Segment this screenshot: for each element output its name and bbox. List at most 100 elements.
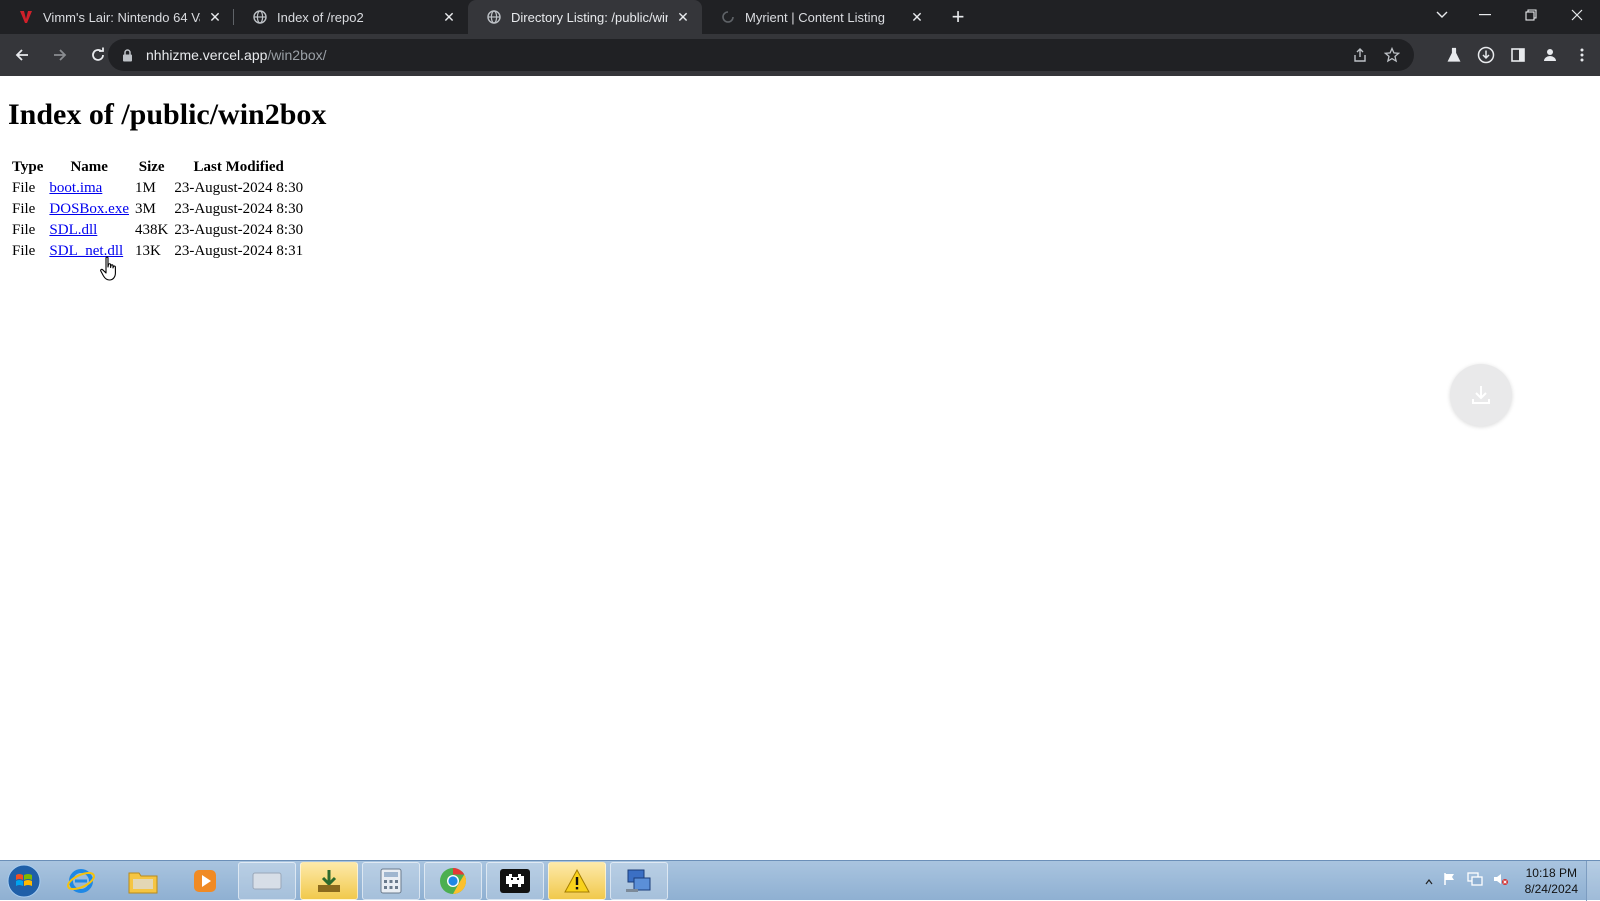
network-setup-icon: [626, 869, 651, 892]
file-size: 1M: [134, 180, 156, 196]
taskbar-app-media-player[interactable]: [176, 862, 234, 900]
table-header-row: Type Name Size Last Modified: [10, 158, 305, 177]
taskbar-app-downloads[interactable]: [300, 861, 358, 900]
back-button[interactable]: [6, 39, 38, 71]
file-modified: 23-August-2024 8:30: [174, 201, 304, 217]
retroarch-icon: [500, 868, 530, 893]
file-link-sdl-dll[interactable]: SDL.dll: [49, 222, 97, 238]
url-path: /win2box/: [267, 47, 327, 63]
tab-vimms-lair[interactable]: Vimm's Lair: Nintendo 64 Vault ✕: [0, 0, 234, 34]
file-type: File: [12, 243, 36, 259]
forward-button[interactable]: [44, 39, 76, 71]
taskbar-app-chrome[interactable]: [424, 861, 482, 900]
reload-icon: [92, 47, 104, 61]
table-row: File SDL.dll 438K 23-August-2024 8:30: [10, 221, 305, 240]
globe-icon: [486, 9, 502, 25]
table-row: File SDL_net.dll 13K 23-August-2024 8:31: [10, 242, 305, 261]
column-header-type: Type: [12, 159, 44, 175]
tab-search-icon[interactable]: [1422, 0, 1462, 30]
file-link-dosbox-exe[interactable]: DOSBox.exe: [49, 201, 129, 217]
media-player-icon: [194, 869, 216, 892]
clock-time: 10:18 PM: [1525, 866, 1577, 880]
tab-myrient[interactable]: Myrient | Content Listing ✕: [702, 0, 936, 34]
new-tab-button[interactable]: +: [942, 0, 974, 34]
internet-explorer-icon: [67, 868, 95, 893]
action-center-flag-icon[interactable]: [1443, 872, 1457, 891]
url-host: nhhizme.vercel.app: [146, 47, 268, 63]
share-icon[interactable]: [1348, 43, 1372, 67]
chrome-icon: [440, 867, 467, 894]
taskbar-app-internet-explorer[interactable]: [52, 862, 110, 900]
download-icon: [1472, 386, 1490, 404]
download-icon[interactable]: [1474, 43, 1498, 67]
page-content: Index of /public/win2box Type Name Size …: [0, 76, 1600, 860]
restore-icon[interactable]: [1508, 0, 1554, 30]
close-icon[interactable]: ✕: [206, 8, 224, 26]
arrow-right-icon: [54, 49, 67, 61]
close-icon[interactable]: ✕: [440, 8, 458, 26]
window-controls: [1422, 0, 1600, 30]
calculator-icon: [380, 868, 402, 893]
file-size: 438K: [134, 222, 169, 238]
vimm-logo-icon: [18, 9, 34, 25]
taskbar-app-file-explorer[interactable]: [114, 862, 172, 900]
lock-icon: [122, 48, 136, 62]
show-desktop-button[interactable]: [1586, 861, 1600, 901]
minimize-icon[interactable]: [1462, 0, 1508, 30]
warning-icon: [564, 868, 590, 892]
file-type: File: [12, 180, 36, 196]
file-type: File: [12, 201, 36, 217]
taskbar-app-retroarch[interactable]: [486, 861, 544, 900]
tab-index-of-repo2[interactable]: Index of /repo2 ✕: [234, 0, 468, 34]
file-modified: 23-August-2024 8:31: [174, 243, 304, 259]
tab-title: Myrient | Content Listing: [745, 9, 885, 25]
loading-icon: [720, 9, 736, 25]
file-size: 13K: [134, 243, 161, 259]
tab-title: Directory Listing: /public/win2b: [511, 9, 668, 25]
clock-date: 8/24/2024: [1524, 882, 1578, 896]
star-icon[interactable]: [1380, 43, 1404, 67]
downloads-icon: [318, 869, 340, 892]
system-tray: 10:18 PM 8/24/2024: [1425, 861, 1578, 901]
file-type: File: [12, 222, 36, 238]
tab-directory-listing[interactable]: Directory Listing: /public/win2b ✕: [468, 0, 702, 34]
window-close-icon[interactable]: [1554, 0, 1600, 30]
close-icon[interactable]: ✕: [908, 8, 926, 26]
network-icon[interactable]: [1466, 871, 1483, 891]
arrow-left-icon: [15, 49, 28, 61]
labs-flask-icon[interactable]: [1442, 43, 1466, 67]
taskbar-app-calculator[interactable]: [362, 861, 420, 900]
profile-icon[interactable]: [1538, 43, 1562, 67]
blank-app-icon: [252, 872, 282, 889]
column-header-size: Size: [138, 159, 165, 175]
toolbar-actions: [1442, 39, 1594, 71]
tab-strip: Vimm's Lair: Nintendo 64 Vault ✕ Index o…: [0, 0, 1600, 34]
address-bar[interactable]: nhhizme.vercel.app /win2box/: [108, 39, 1414, 71]
floating-download-button[interactable]: [1450, 364, 1512, 426]
start-button[interactable]: [0, 861, 48, 901]
file-modified: 23-August-2024 8:30: [174, 180, 304, 196]
file-modified: 23-August-2024 8:30: [174, 222, 304, 238]
file-link-boot-ima[interactable]: boot.ima: [49, 180, 102, 196]
page-title: Index of /public/win2box: [8, 98, 327, 131]
taskbar-app-warning[interactable]: [548, 861, 606, 900]
tab-title: Vimm's Lair: Nintendo 64 Vault: [43, 9, 200, 25]
directory-table: Type Name Size Last Modified File boot.i…: [8, 156, 307, 263]
taskbar-app-blank[interactable]: [238, 861, 296, 900]
side-panel-icon[interactable]: [1506, 43, 1530, 67]
globe-icon: [252, 9, 268, 25]
volume-muted-icon[interactable]: [1493, 872, 1509, 891]
menu-kebab-icon[interactable]: [1570, 43, 1594, 67]
windows-taskbar: 10:18 PM 8/24/2024: [0, 860, 1600, 901]
omnibox-actions: [1348, 39, 1404, 71]
tab-title: Index of /repo2: [277, 9, 364, 25]
file-explorer-icon: [128, 872, 158, 893]
taskbar-app-network-setup[interactable]: [610, 861, 668, 900]
file-size: 3M: [134, 201, 156, 217]
show-hidden-icons-icon[interactable]: [1425, 872, 1433, 890]
system-clock[interactable]: 10:18 PM 8/24/2024: [1525, 865, 1578, 897]
close-icon[interactable]: ✕: [674, 8, 692, 26]
table-row: File DOSBox.exe 3M 23-August-2024 8:30: [10, 200, 305, 219]
windows-start-icon: [7, 864, 41, 897]
hand-cursor-icon: [100, 256, 116, 281]
